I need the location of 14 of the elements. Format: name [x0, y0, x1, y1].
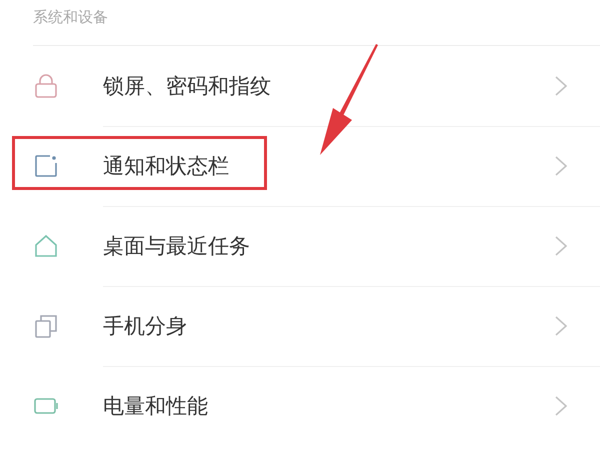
setting-label: 手机分身: [103, 312, 187, 340]
setting-label: 桌面与最近任务: [103, 232, 250, 260]
settings-row[interactable]: 桌面与最近任务: [0, 206, 600, 286]
section-header: 系统和设备: [33, 8, 108, 27]
settings-row[interactable]: 电量和性能: [0, 366, 600, 446]
chevron-right-icon: [554, 74, 568, 96]
settings-row[interactable]: 手机分身: [0, 286, 600, 366]
setting-label: 电量和性能: [103, 393, 208, 420]
chevron-right-icon: [554, 314, 568, 336]
chevron-right-icon: [554, 395, 568, 417]
setting-label: 锁屏、密码和指纹: [103, 72, 271, 100]
setting-label: 通知和状态栏: [103, 152, 229, 180]
chevron-right-icon: [554, 154, 568, 176]
chevron-right-icon: [554, 234, 568, 256]
